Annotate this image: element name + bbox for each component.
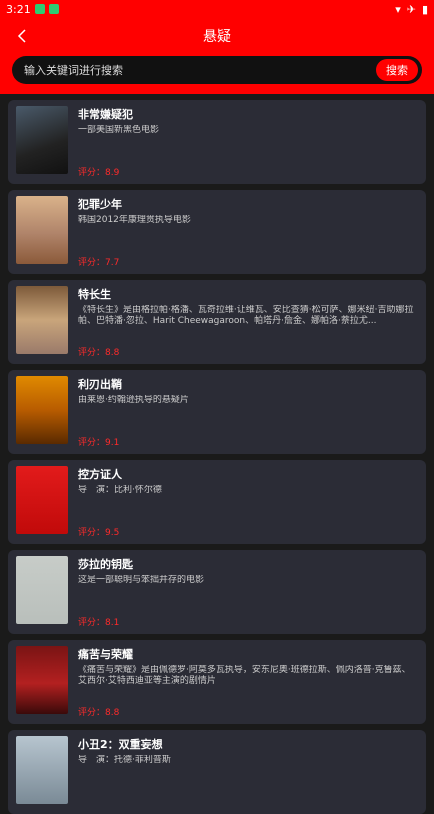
movie-card[interactable]: 痛苦与荣耀 《痛苦与荣耀》是由佩德罗·阿莫多瓦执导，安东尼奥·班德拉斯、佩内洛普… <box>8 640 426 724</box>
movie-poster <box>16 376 68 444</box>
movie-title: 小丑2：双重妄想 <box>78 738 163 751</box>
status-time: 3:21 <box>6 2 31 16</box>
search-button[interactable]: 搜索 <box>376 59 418 81</box>
movie-poster <box>16 286 68 354</box>
movie-rating: 评分：7.7 <box>78 258 120 268</box>
movie-title: 控方证人 <box>78 468 122 481</box>
movie-title: 特长生 <box>78 288 111 301</box>
movie-rating: 评分：8.8 <box>78 348 120 358</box>
movie-title: 犯罪少年 <box>78 198 122 211</box>
movie-description: 一部美国新黑色电影 <box>78 125 160 135</box>
movie-title: 痛苦与荣耀 <box>78 648 133 661</box>
search-area: 输入关键词进行搜索 搜索 <box>0 54 434 94</box>
movie-poster <box>16 646 68 714</box>
movie-poster <box>16 556 68 624</box>
movie-card[interactable]: 小丑2：双重妄想 导 演：托德·菲利普斯 <box>8 730 426 814</box>
movie-description: 导 演：比利·怀尔德 <box>78 485 162 495</box>
movie-card[interactable]: 特长生 《特长生》是由格拉帕·格潘、瓦奇拉维·让维瓦、安比查猜·松可萨、娜米纽·… <box>8 280 426 364</box>
movie-card[interactable]: 控方证人 导 演：比利·怀尔德 评分：9.5 <box>8 460 426 544</box>
movie-rating: 评分：8.9 <box>78 168 120 178</box>
movie-card[interactable]: 莎拉的钥匙 这是一部聪明与笨拙并存的电影 评分：8.1 <box>8 550 426 634</box>
back-button[interactable] <box>10 24 34 48</box>
battery-icon: ▮ <box>421 2 428 16</box>
title-bar: 悬疑 <box>0 18 434 54</box>
movie-description: 《痛苦与荣耀》是由佩德罗·阿莫多瓦执导，安东尼奥·班德拉斯、佩内洛普·克鲁兹、艾… <box>78 665 411 686</box>
movie-list: 非常嫌疑犯 一部美国新黑色电影 评分：8.9 犯罪少年 韩国2012年康理贯执导… <box>0 94 434 814</box>
movie-card[interactable]: 犯罪少年 韩国2012年康理贯执导电影 评分：7.7 <box>8 190 426 274</box>
status-bar: 3:21 ▾ ✈ ▮ <box>0 0 434 18</box>
movie-title: 非常嫌疑犯 <box>78 108 133 121</box>
airplane-icon: ✈ <box>406 2 416 16</box>
movie-rating: 评分：9.5 <box>78 528 120 538</box>
movie-poster <box>16 196 68 264</box>
movie-poster <box>16 736 68 804</box>
movie-poster <box>16 106 68 174</box>
movie-rating: 评分：9.1 <box>78 438 120 448</box>
page-title: 悬疑 <box>203 29 231 45</box>
movie-description: 由莱恩·约翰逊执导的悬疑片 <box>78 395 189 405</box>
movie-title: 利刃出鞘 <box>78 378 122 391</box>
app-notification-icon <box>34 4 45 14</box>
chevron-left-icon <box>17 29 26 43</box>
movie-title: 莎拉的钥匙 <box>78 558 133 571</box>
search-input[interactable]: 输入关键词进行搜索 <box>24 62 376 78</box>
movie-poster <box>16 466 68 534</box>
movie-rating: 评分：8.8 <box>78 708 120 718</box>
movie-description: 韩国2012年康理贯执导电影 <box>78 215 191 225</box>
app-notification-icon <box>48 4 59 14</box>
movie-card[interactable]: 利刃出鞘 由莱恩·约翰逊执导的悬疑片 评分：9.1 <box>8 370 426 454</box>
movie-description: 这是一部聪明与笨拙并存的电影 <box>78 575 205 585</box>
wifi-icon: ▾ <box>395 2 401 16</box>
search-bar: 输入关键词进行搜索 搜索 <box>12 56 422 84</box>
movie-description: 导 演：托德·菲利普斯 <box>78 755 171 765</box>
movie-rating: 评分：8.1 <box>78 618 120 628</box>
movie-description: 《特长生》是由格拉帕·格潘、瓦奇拉维·让维瓦、安比查猜·松可萨、娜米纽·吉助娜拉… <box>78 305 414 326</box>
movie-card[interactable]: 非常嫌疑犯 一部美国新黑色电影 评分：8.9 <box>8 100 426 184</box>
